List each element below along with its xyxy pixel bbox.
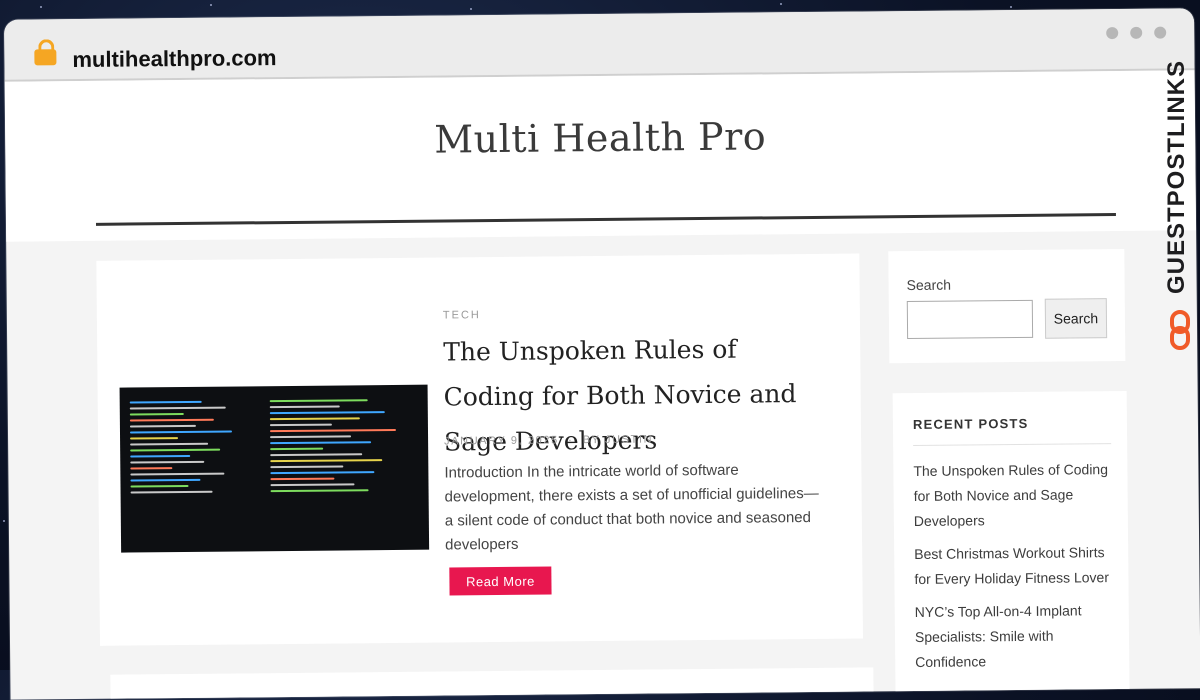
article-thumbnail[interactable] (119, 384, 430, 553)
read-more-button[interactable]: Read More (449, 566, 552, 596)
window-dot-icon[interactable] (1130, 26, 1143, 39)
recent-post-link[interactable]: NYC’s Top All-on-4 Implant Specialists: … (915, 598, 1116, 675)
article-card: TECH The Unspoken Rules of Coding for Bo… (96, 253, 864, 646)
recent-posts-title: RECENT POSTS (912, 415, 1029, 433)
recent-posts-widget: RECENT POSTS The Unspoken Rules of Codin… (892, 390, 1130, 694)
site-header: Multi Health Pro (4, 70, 1197, 242)
recent-posts-list: The Unspoken Rules of Coding for Both No… (913, 457, 1115, 683)
search-label: Search (906, 276, 952, 294)
watermark-text: GUESTPOSTLINKS (1163, 59, 1190, 295)
article-excerpt: Introduction In the intricate world of s… (444, 461, 819, 554)
article-meta: JANUARY 9, 2025 · BY JUSTIN (444, 434, 653, 448)
recent-posts-divider (913, 443, 1112, 447)
article-category[interactable]: TECH (443, 309, 481, 321)
search-input[interactable] (906, 299, 1034, 340)
address-bar[interactable]: multihealthpro.com (4, 8, 1195, 82)
site-title[interactable]: Multi Health Pro (5, 110, 1195, 165)
lock-icon (34, 49, 57, 66)
code-column (269, 395, 411, 541)
meta-separator: · (568, 434, 574, 447)
browser-window: multihealthpro.com Multi Health Pro TECH… (4, 8, 1200, 700)
article-date[interactable]: JANUARY 9, 2025 (444, 434, 559, 447)
recent-post-link[interactable]: The Unspoken Rules of Coding for Both No… (913, 457, 1114, 534)
window-controls (1106, 26, 1167, 40)
window-dot-icon[interactable] (1106, 27, 1119, 40)
search-button[interactable]: Search (1044, 298, 1108, 339)
url-text[interactable]: multihealthpro.com (72, 45, 276, 73)
chain-link-icon (1170, 310, 1190, 350)
next-article-card (110, 667, 874, 700)
header-divider (95, 213, 1116, 226)
article-author[interactable]: BY JUSTIN (583, 434, 654, 447)
recent-post-link[interactable]: Best Christmas Workout Shirts for Every … (914, 540, 1114, 592)
watermark: GUESTPOSTLINKS (1163, 52, 1199, 352)
window-dot-icon[interactable] (1154, 26, 1167, 39)
code-column (129, 396, 251, 542)
search-widget: Search Search (888, 248, 1126, 364)
